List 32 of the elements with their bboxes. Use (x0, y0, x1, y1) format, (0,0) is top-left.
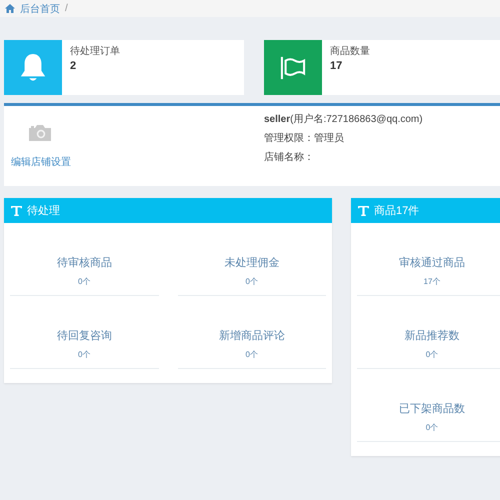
summary-link[interactable]: 新品推荐数 (404, 328, 460, 343)
panel-title: 商品17件 (374, 204, 420, 218)
text-icon (358, 206, 369, 216)
summary-link[interactable]: 待审核商品 (56, 255, 112, 270)
home-icon (5, 4, 15, 13)
summary-count: 0个 (246, 276, 258, 287)
stat-label: 商品数量 (330, 44, 370, 58)
stat-label: 待处理订单 (70, 44, 120, 58)
breadcrumb-link[interactable]: 后台首页 (20, 2, 60, 16)
stat-value: 17 (330, 60, 344, 72)
text-icon (11, 206, 22, 216)
account-text: seller(用户名:727186863@qq.com) (264, 114, 423, 126)
role-text: 管理权限：管理员 (264, 133, 345, 145)
summary-count: 0个 (78, 349, 90, 360)
summary-link[interactable]: 新增商品评论 (218, 328, 285, 343)
summary-link[interactable]: 未处理佣金 (224, 255, 280, 270)
summary-count: 0个 (246, 349, 258, 360)
summary-link[interactable]: 审核通过商品 (399, 255, 465, 270)
edit-store-settings-link[interactable]: 编辑店铺设置 (11, 155, 264, 169)
summary-count: 0个 (426, 349, 438, 360)
breadcrumb-separator: / (65, 3, 68, 14)
summary-count: 17个 (424, 276, 440, 287)
summary-count: 0个 (426, 422, 438, 433)
bell-icon (19, 52, 47, 82)
summary-count: 0个 (78, 276, 90, 287)
stat-value: 2 (70, 60, 78, 72)
store-name-text: 店铺名称： (264, 152, 315, 164)
flag-icon (279, 56, 307, 80)
camera-icon (28, 124, 52, 142)
panel-title: 待处理 (27, 204, 60, 218)
summary-link[interactable]: 已下架商品数 (399, 401, 465, 416)
summary-link[interactable]: 待回复咨询 (56, 328, 112, 343)
